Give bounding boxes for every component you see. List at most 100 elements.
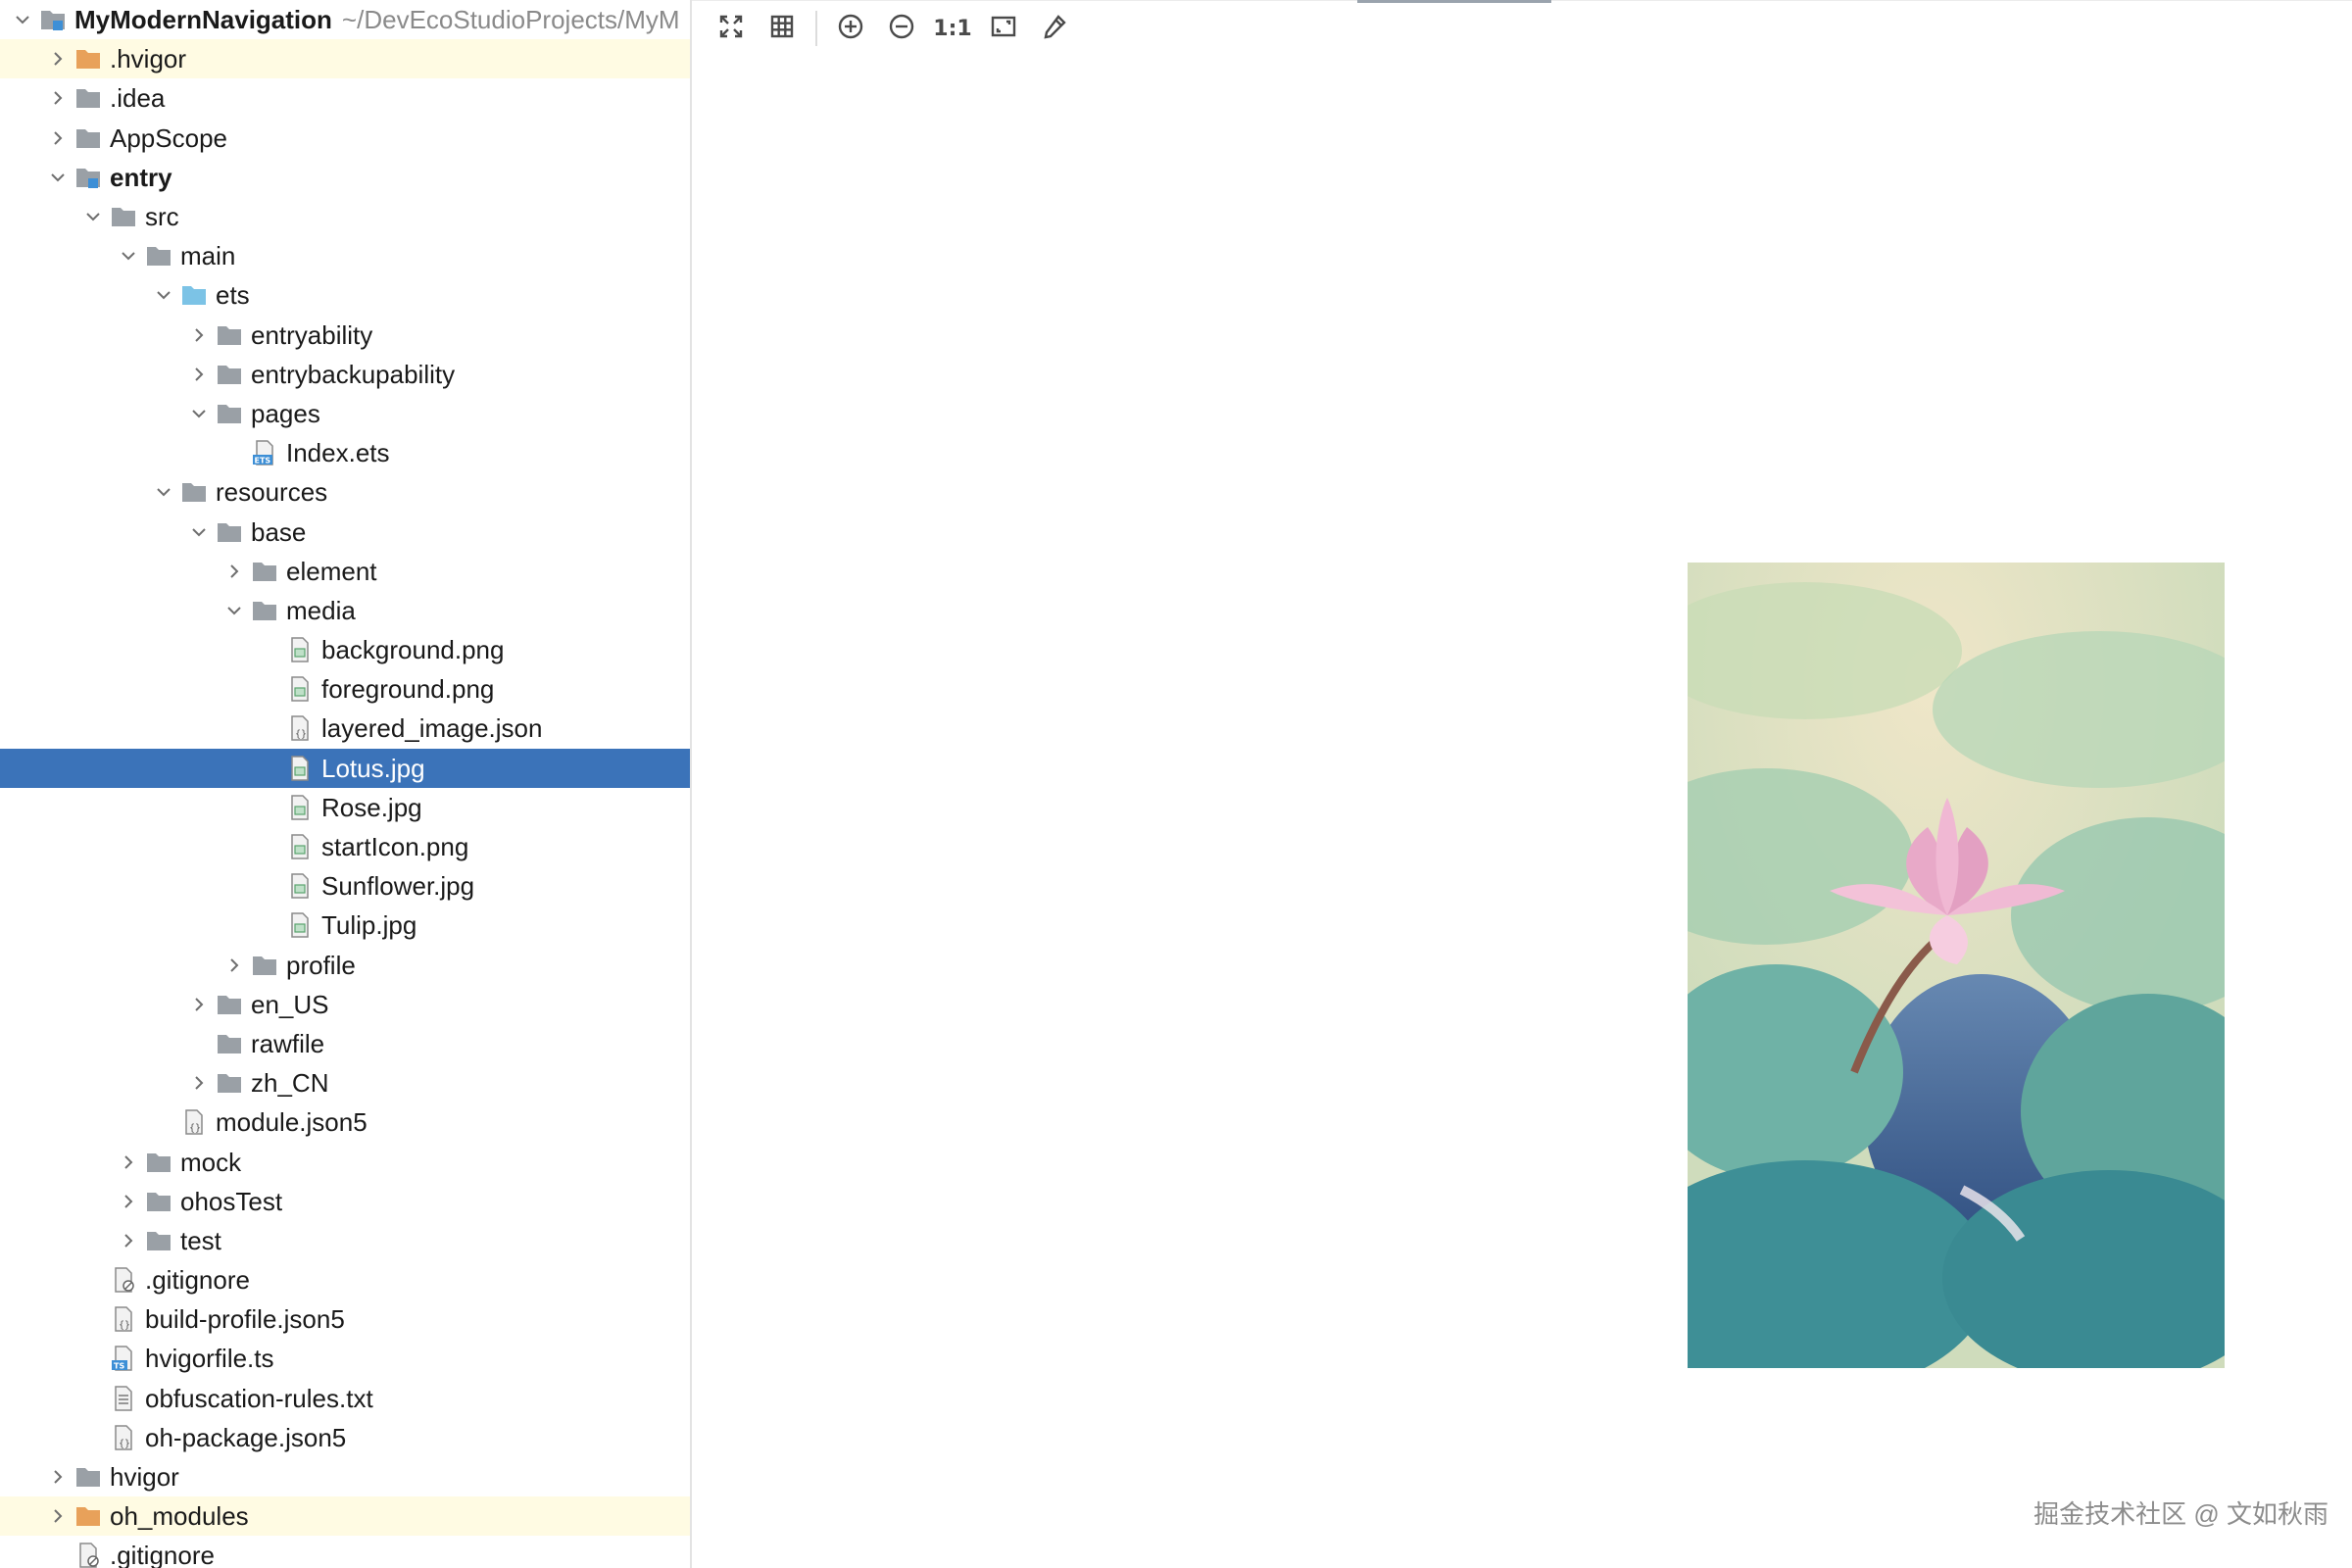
- tree-item-label: foreground.png: [321, 674, 495, 705]
- chevron-right-icon[interactable]: [47, 87, 69, 109]
- tree-row[interactable]: {} build-profile.json5: [0, 1299, 690, 1339]
- tree-row[interactable]: entryability: [0, 316, 690, 355]
- tree-row-selected[interactable]: Lotus.jpg: [0, 748, 690, 788]
- tree-row[interactable]: TS hvigorfile.ts: [0, 1339, 690, 1378]
- chevron-down-icon[interactable]: [188, 521, 210, 543]
- project-tree[interactable]: MyModernNavigation ~/DevEcoStudioProjects…: [0, 0, 690, 1568]
- project-path: ~/DevEcoStudioProjects/MyM: [341, 4, 680, 34]
- fit-window-button[interactable]: [978, 3, 1029, 54]
- tree-item-label: .gitignore: [110, 1541, 215, 1568]
- watermark-text: 掘金技术社区 @ 文如秋雨: [2034, 1499, 2328, 1529]
- tree-row[interactable]: pages: [0, 394, 690, 433]
- tree-item-label: AppScope: [110, 122, 227, 153]
- tree-row[interactable]: .idea: [0, 78, 690, 118]
- tree-row[interactable]: main: [0, 236, 690, 275]
- svg-text:{}: {}: [189, 1123, 201, 1134]
- tree-row[interactable]: entry: [0, 158, 690, 197]
- folder-icon: [110, 204, 137, 229]
- tree-item-label: Sunflower.jpg: [321, 871, 475, 902]
- chevron-right-icon[interactable]: [47, 1505, 69, 1527]
- tree-row[interactable]: base: [0, 512, 690, 551]
- chevron-down-icon[interactable]: [12, 9, 33, 30]
- tree-item-label: .gitignore: [145, 1265, 250, 1296]
- tree-row[interactable]: element: [0, 552, 690, 591]
- image-viewer-window: MyModernNavigation ~/DevEcoStudioProjects…: [0, 0, 2352, 1568]
- image-file-icon: [286, 873, 314, 899]
- tree-row[interactable]: resources: [0, 472, 690, 512]
- chevron-right-icon[interactable]: [188, 1072, 210, 1094]
- chevron-right-icon[interactable]: [118, 1152, 139, 1173]
- tree-item-label: Index.ets: [286, 438, 390, 468]
- tree-row[interactable]: hvigor: [0, 1457, 690, 1496]
- chevron-right-icon[interactable]: [118, 1191, 139, 1212]
- chevron-down-icon[interactable]: [47, 167, 69, 188]
- chevron-down-icon[interactable]: [188, 403, 210, 424]
- svg-text:{}: {}: [295, 729, 307, 740]
- tree-row[interactable]: ETS Index.ets: [0, 433, 690, 472]
- tree-row[interactable]: mock: [0, 1142, 690, 1181]
- tree-row[interactable]: {} oh-package.json5: [0, 1418, 690, 1457]
- tree-row[interactable]: MyModernNavigation ~/DevEcoStudioProjects…: [0, 0, 690, 39]
- tree-row[interactable]: entrybackupability: [0, 355, 690, 394]
- tree-row[interactable]: zh_CN: [0, 1063, 690, 1102]
- actual-size-button[interactable]: 1:1: [927, 3, 978, 54]
- tree-row[interactable]: oh_modules: [0, 1496, 690, 1537]
- panel-divider[interactable]: [690, 0, 692, 1568]
- tab-indicator: [1357, 0, 1551, 3]
- folder-icon: [74, 125, 102, 151]
- tree-row[interactable]: rawfile: [0, 1024, 690, 1063]
- folder-icon: [145, 1150, 172, 1175]
- chevron-right-icon[interactable]: [188, 994, 210, 1015]
- tree-row[interactable]: Tulip.jpg: [0, 906, 690, 945]
- chevron-down-icon[interactable]: [153, 284, 174, 306]
- chevron-right-icon[interactable]: [47, 1466, 69, 1488]
- tree-row[interactable]: AppScope: [0, 119, 690, 158]
- tree-row[interactable]: test: [0, 1221, 690, 1260]
- folder-icon: [216, 519, 243, 545]
- chevron-down-icon[interactable]: [223, 600, 245, 621]
- chevron-right-icon[interactable]: [118, 1230, 139, 1251]
- tree-row[interactable]: foreground.png: [0, 669, 690, 709]
- tree-row[interactable]: obfuscation-rules.txt: [0, 1379, 690, 1418]
- tree-row[interactable]: startIcon.png: [0, 827, 690, 866]
- tree-row[interactable]: ohosTest: [0, 1182, 690, 1221]
- tree-row[interactable]: profile: [0, 946, 690, 985]
- chevron-right-icon[interactable]: [223, 955, 245, 976]
- tree-item-label: pages: [251, 398, 320, 428]
- folder-icon: [216, 1031, 243, 1056]
- tree-item-label: Rose.jpg: [321, 792, 422, 822]
- fit-screen-button[interactable]: [706, 3, 757, 54]
- chevron-right-icon[interactable]: [223, 561, 245, 582]
- tree-row[interactable]: ets: [0, 275, 690, 315]
- tree-row[interactable]: {} module.json5: [0, 1102, 690, 1142]
- grid-button[interactable]: [757, 3, 808, 54]
- tree-row[interactable]: {} layered_image.json: [0, 709, 690, 748]
- chevron-down-icon[interactable]: [82, 206, 104, 227]
- tree-row[interactable]: .hvigor: [0, 39, 690, 79]
- tree-row[interactable]: src: [0, 197, 690, 236]
- zoom-in-button[interactable]: [825, 3, 876, 54]
- lotus-image-art: [1688, 563, 2225, 1368]
- tree-row[interactable]: .gitignore: [0, 1260, 690, 1299]
- chevron-right-icon[interactable]: [188, 324, 210, 346]
- tree-row[interactable]: en_US: [0, 985, 690, 1024]
- tree-row[interactable]: background.png: [0, 630, 690, 669]
- chevron-right-icon[interactable]: [47, 127, 69, 149]
- chevron-right-icon[interactable]: [188, 364, 210, 385]
- zoom-out-button[interactable]: [876, 3, 927, 54]
- tree-item-label: obfuscation-rules.txt: [145, 1383, 373, 1413]
- tree-row[interactable]: .gitignore: [0, 1536, 690, 1568]
- svg-text:ETS: ETS: [255, 457, 271, 466]
- chevron-down-icon[interactable]: [118, 245, 139, 267]
- image-file-icon: [286, 795, 314, 820]
- json-file-icon: {}: [110, 1306, 137, 1333]
- chevron-right-icon[interactable]: [47, 48, 69, 70]
- chevron-down-icon[interactable]: [153, 481, 174, 503]
- tree-item-label: background.png: [321, 635, 505, 665]
- tree-row[interactable]: Sunflower.jpg: [0, 866, 690, 906]
- color-picker-button[interactable]: [1029, 3, 1080, 54]
- tree-row[interactable]: media: [0, 591, 690, 630]
- tree-row[interactable]: Rose.jpg: [0, 788, 690, 827]
